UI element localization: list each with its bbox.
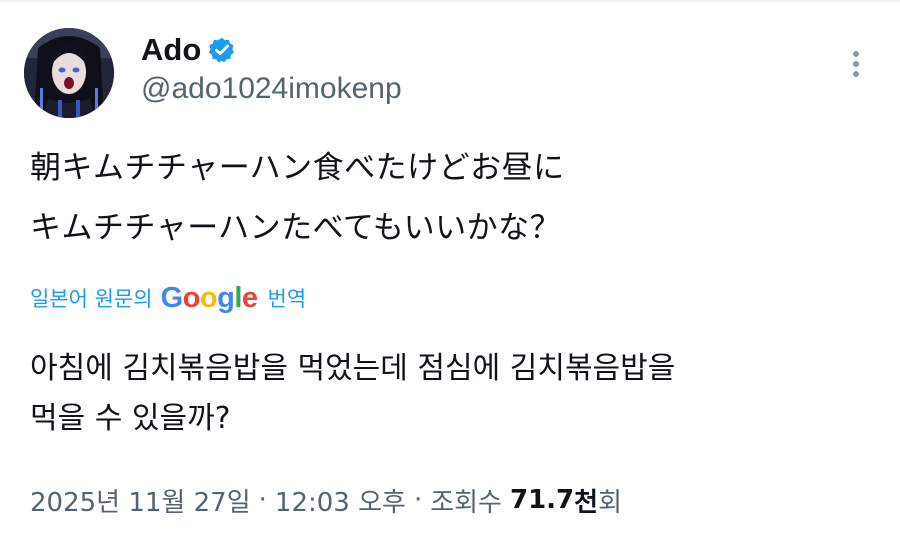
tweet-meta: 2025년 11월 27일 · 12:03 오후 · 조회수 71.7 천 회 [30, 478, 622, 522]
tweet-text: 朝キムチチャーハン食べたけどお昼に キムチチャーハンたべてもいいかな？ [30, 138, 565, 258]
author-handle[interactable]: @ado1024imokenp [141, 72, 402, 106]
translate-source-label: 일본어 원문의 [30, 287, 153, 311]
meta-separator: · [413, 485, 423, 515]
avatar-illustration-icon [24, 28, 114, 118]
views-label: 조회수 [430, 487, 502, 518]
verified-badge-icon [208, 36, 236, 64]
translated-text: 아침에 김치볶음밥을 먹었는데 점심에 김치볶음밥을 먹을 수 있을까? [30, 344, 675, 444]
tweet-date[interactable]: 2025년 11월 27일 [30, 482, 251, 519]
tweet-line: キムチチャーハンたべてもいいかな？ [30, 210, 562, 246]
view-count-suffix: 회 [598, 487, 622, 518]
more-vertical-icon [853, 71, 859, 77]
display-name[interactable]: Ado [141, 32, 201, 68]
view-count-unit: 천 [574, 487, 599, 518]
google-logo-icon: Google [160, 281, 258, 314]
avatar[interactable] [24, 28, 114, 118]
more-vertical-icon [853, 51, 859, 57]
translated-line: 아침에 김치볶음밥을 먹었는데 점심에 김치볶음밥을 [30, 351, 676, 386]
tweet-time[interactable]: 12:03 오후 [275, 482, 406, 519]
translated-line: 먹을 수 있을까? [30, 401, 231, 436]
more-options-button[interactable] [838, 44, 874, 84]
more-vertical-icon [853, 61, 859, 67]
author-name-row: Ado [141, 30, 236, 70]
view-count[interactable]: 71.7 [510, 485, 574, 515]
tweet-line: 朝キムチチャーハン食べたけどお昼に [30, 150, 565, 186]
top-divider [0, 0, 900, 2]
meta-separator: · [258, 485, 267, 515]
translate-action-label: 번역 [267, 287, 307, 311]
translate-link[interactable]: 일본어 원문의 Google 번역 [30, 280, 306, 316]
